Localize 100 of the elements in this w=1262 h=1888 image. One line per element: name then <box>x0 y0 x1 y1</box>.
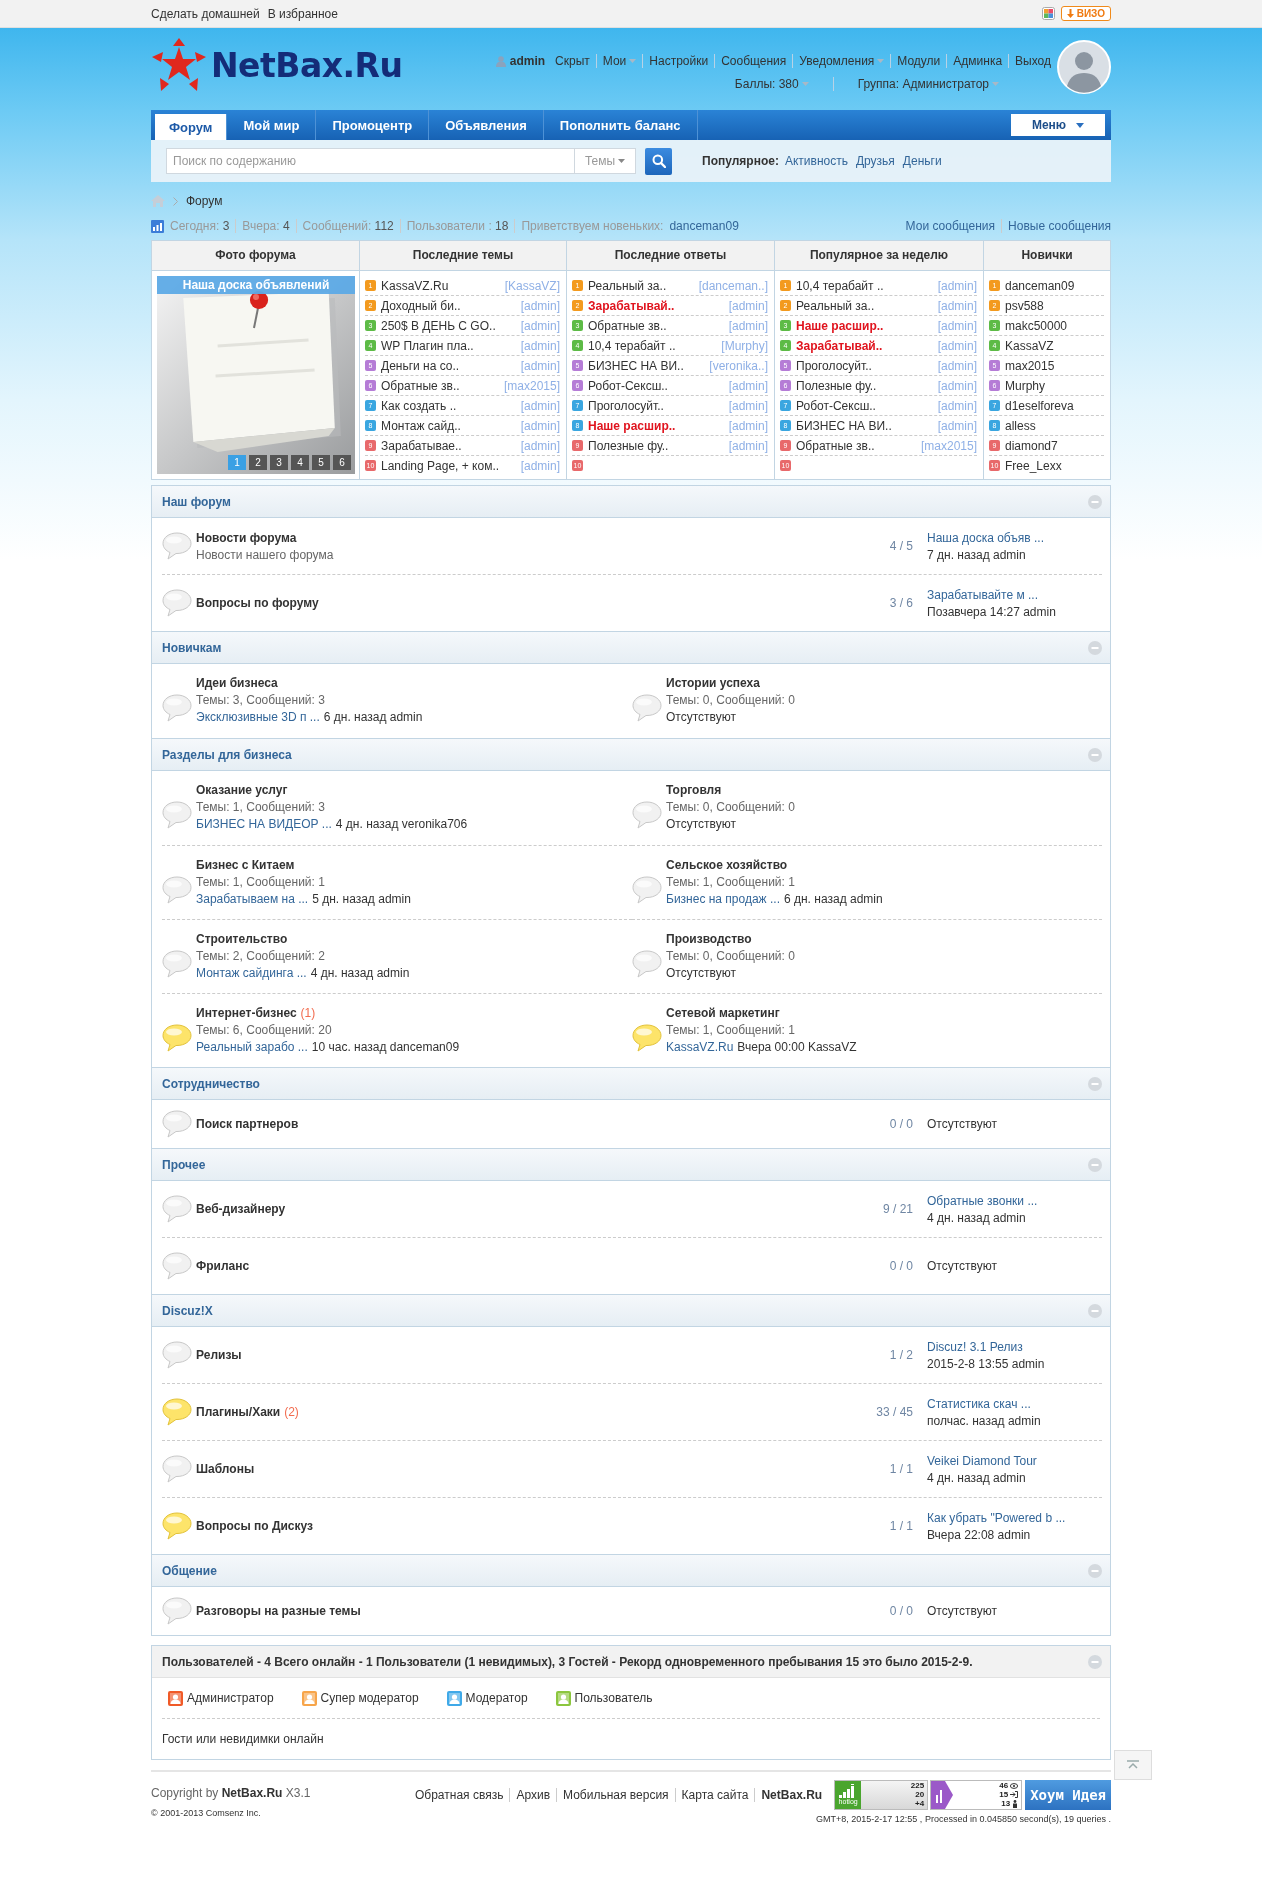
collapse-icon[interactable] <box>1088 1303 1102 1318</box>
menu-button[interactable]: Меню <box>1011 114 1105 136</box>
collapse-icon[interactable] <box>1088 1157 1102 1172</box>
last-post-link[interactable]: Veikei Diamond Tour <box>927 1453 1102 1468</box>
thread-link[interactable]: Обратные зв.. <box>796 438 875 453</box>
category-title[interactable]: Сотрудничество <box>162 1076 260 1091</box>
thread-link[interactable]: Зарабатывай.. <box>796 338 883 353</box>
slide-tab[interactable]: 5 <box>312 455 330 470</box>
thread-link[interactable]: Деньги на со.. <box>381 358 460 373</box>
visitor-counter[interactable]: 46 15 13 <box>930 1780 1023 1810</box>
logo-text[interactable]: NetBax.Ru <box>211 45 403 85</box>
last-post-link[interactable]: Discuz! 3.1 Релиз <box>927 1339 1102 1354</box>
forum-link[interactable]: Вопросы по Дискуз <box>196 1519 313 1533</box>
popular-link[interactable]: Активность <box>784 154 848 168</box>
last-post-link[interactable]: Зарабатывайте м ... <box>927 587 1102 602</box>
user-menu-link[interactable]: Выход <box>1015 54 1051 68</box>
slide-tab[interactable]: 2 <box>249 455 267 470</box>
username-link[interactable]: admin <box>509 54 546 68</box>
last-post-link[interactable]: Наша доска объяв ... <box>927 530 1102 545</box>
forum-link[interactable]: Сельское хозяйство <box>666 858 788 872</box>
forum-link[interactable]: Плагины/Хаки <box>196 1405 281 1419</box>
forum-link[interactable]: Релизы <box>196 1348 242 1362</box>
thread-link[interactable]: Landing Page, + ком.. <box>381 458 500 473</box>
forum-link[interactable]: Строительство <box>196 932 288 946</box>
user-menu-link[interactable]: Уведомления <box>799 54 875 68</box>
collapse-icon[interactable] <box>1088 1654 1102 1669</box>
topbar-link[interactable]: Сделать домашней <box>151 6 260 21</box>
thread-link[interactable]: max2015 <box>1005 358 1055 373</box>
stats-link[interactable]: Новые сообщения <box>1001 219 1111 233</box>
last-post-link[interactable]: Эксклюзивные 3D п ... <box>196 710 320 724</box>
thread-link[interactable]: Murphy <box>1005 378 1045 393</box>
thread-link[interactable]: БИЗНЕС НА ВИ.. <box>796 418 892 433</box>
search-field[interactable]: Поиск по содержанию <box>166 148 574 174</box>
thread-link[interactable]: Робот-Сексш.. <box>588 378 668 393</box>
category-title[interactable]: Наш форум <box>162 494 231 509</box>
newest-user-link[interactable]: danceman09 <box>669 219 739 233</box>
thread-link[interactable]: Полезные фу.. <box>796 378 877 393</box>
forum-link[interactable]: Интернет-бизнес <box>196 1006 297 1020</box>
nav-tab[interactable]: Форум <box>155 114 228 140</box>
forum-link[interactable]: Идеи бизнеса <box>196 676 278 690</box>
thread-link[interactable]: Реальный за.. <box>796 298 875 313</box>
thread-link[interactable]: Робот-Сексш.. <box>796 398 876 413</box>
thread-link[interactable]: makc50000 <box>1005 318 1068 333</box>
footer-link[interactable]: Обратная связь <box>409 1788 510 1802</box>
stats-link[interactable]: Мои сообщения <box>899 219 996 233</box>
last-post-link[interactable]: Как убрать "Powered b ... <box>927 1510 1102 1525</box>
last-post-link[interactable]: Монтаж сайдинга ... <box>196 966 307 980</box>
footer-brand-link[interactable]: NetBax.Ru <box>754 1788 829 1802</box>
forum-link[interactable]: Производство <box>666 932 752 946</box>
collapse-icon[interactable] <box>1088 494 1102 509</box>
popular-link[interactable]: Друзья <box>855 154 895 168</box>
collapse-icon[interactable] <box>1088 1563 1102 1578</box>
last-post-link[interactable]: Статистика скач ... <box>927 1396 1102 1411</box>
thread-link[interactable]: WP Плагин пла.. <box>381 338 474 353</box>
footer-link[interactable]: Мобильная версия <box>556 1788 675 1802</box>
forum-link[interactable]: Новости форума <box>196 530 297 545</box>
user-menu-link[interactable]: Настройки <box>649 54 709 68</box>
category-title[interactable]: Новичкам <box>162 640 222 655</box>
thread-link[interactable]: Реальный за.. <box>588 278 667 293</box>
thread-link[interactable]: alless <box>1005 418 1036 433</box>
forum-link[interactable]: Торговля <box>666 783 722 797</box>
forum-link[interactable]: Оказание услуг <box>196 783 288 797</box>
thread-link[interactable]: Обратные зв.. <box>381 378 460 393</box>
forum-link[interactable]: Шаблоны <box>196 1462 255 1476</box>
last-post-link[interactable]: Обратные звонки ... <box>927 1193 1102 1208</box>
slide-tab[interactable]: 6 <box>333 455 351 470</box>
thread-link[interactable]: Наше расшир.. <box>588 418 676 433</box>
collapse-icon[interactable] <box>1088 747 1102 762</box>
thread-link[interactable]: KassaVZ <box>1005 338 1054 353</box>
palette-icon[interactable] <box>1041 7 1055 20</box>
thread-link[interactable]: Обратные зв.. <box>588 318 667 333</box>
user-menu-link[interactable]: Мои <box>602 54 627 68</box>
thread-link[interactable]: diamond7 <box>1005 438 1058 453</box>
user-menu-link[interactable]: Админка <box>953 54 1003 68</box>
user-menu-link[interactable]: Модули <box>897 54 941 68</box>
breadcrumb-link[interactable]: Форум <box>186 194 223 208</box>
last-post-link[interactable]: Бизнес на продаж ... <box>666 892 780 906</box>
last-post-link[interactable]: KassaVZ.Ru <box>666 1040 734 1054</box>
banner-button[interactable]: Хоум Идея <box>1025 1780 1111 1810</box>
thread-link[interactable]: 10,4 терабайт .. <box>796 278 884 293</box>
slide-tab[interactable]: 4 <box>291 455 309 470</box>
forum-link[interactable]: Вопросы по форуму <box>196 596 319 610</box>
forum-link[interactable]: Сетевой маркетинг <box>666 1006 780 1020</box>
search-button[interactable] <box>645 147 672 175</box>
forum-link[interactable]: Разговоры на разные темы <box>196 1604 361 1618</box>
forum-link[interactable]: Бизнес с Китаем <box>196 858 295 872</box>
last-post-link[interactable]: Реальный зарабо ... <box>196 1040 308 1054</box>
topbar-link[interactable]: В избранное <box>267 6 338 21</box>
user-menu-link[interactable]: Скрыт <box>555 54 590 68</box>
collapse-icon[interactable] <box>1088 640 1102 655</box>
footer-link[interactable]: Архив <box>509 1788 557 1802</box>
thread-link[interactable]: Зарабатывай.. <box>588 298 675 313</box>
forum-link[interactable]: Истории успеха <box>666 676 760 690</box>
forum-link[interactable]: Веб-дизайнеру <box>196 1202 286 1216</box>
thread-link[interactable]: Проголосуйт.. <box>588 398 664 413</box>
collapse-icon[interactable] <box>1088 1076 1102 1091</box>
user-meta-link[interactable]: Группа: Администратор <box>857 77 989 91</box>
last-post-link[interactable]: Зарабатываем на ... <box>196 892 309 906</box>
thread-link[interactable]: Проголосуйт.. <box>796 358 872 373</box>
thread-link[interactable]: 250$ В ДЕНЬ С GO.. <box>381 318 496 333</box>
